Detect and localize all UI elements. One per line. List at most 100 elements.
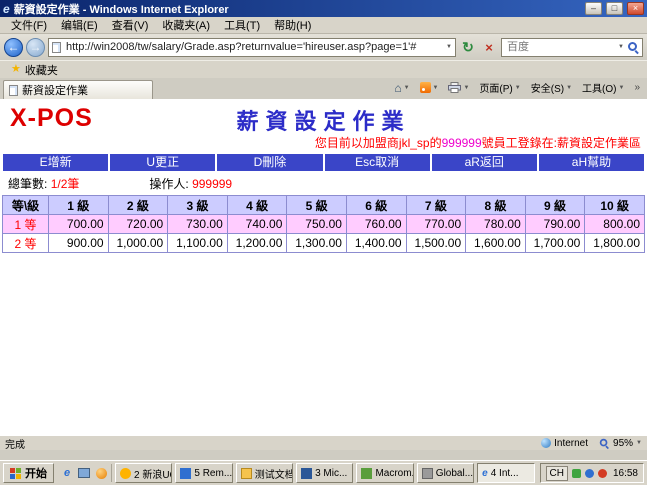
language-indicator[interactable]: CH: [546, 466, 568, 481]
menu-favorites[interactable]: 收藏夹(A): [155, 16, 217, 34]
print-button[interactable]: ▼: [444, 81, 473, 94]
col-header: 4 級: [227, 196, 287, 215]
minimize-button[interactable]: –: [585, 2, 602, 15]
value-cell: 1,500.00: [406, 234, 466, 253]
value-cell: 790.00: [525, 215, 585, 234]
value-cell: 1,700.00: [525, 234, 585, 253]
uc-app-icon: [120, 468, 131, 479]
menu-help[interactable]: 帮助(H): [267, 16, 318, 34]
col-header: 等\級: [3, 196, 49, 215]
clock[interactable]: 16:58: [611, 468, 638, 479]
start-button[interactable]: 开始: [3, 463, 54, 483]
col-header: 10 級: [585, 196, 645, 215]
total-records: 總筆數: 1/2筆: [8, 175, 79, 192]
desktop-glyph-icon: [78, 468, 90, 478]
caret-icon: ▼: [618, 84, 624, 92]
value-cell: 800.00: [585, 215, 645, 234]
add-button[interactable]: E增新: [3, 154, 108, 171]
quick-launch: e: [57, 464, 112, 482]
login-notice: 您目前以加盟商jkl_sp的999999號員工登錄在:薪資設定作業區: [2, 133, 645, 153]
status-bar: 完成 Internet 95% ▼: [0, 435, 647, 450]
taskbar-button-folder[interactable]: 测试文档: [236, 463, 293, 483]
favorites-button[interactable]: ★ 收藏夹: [5, 61, 64, 79]
menu-tools[interactable]: 工具(T): [217, 16, 267, 34]
update-button[interactable]: U更正: [110, 154, 215, 171]
operator: 操作人: 999999: [149, 175, 232, 192]
taskbar-button-remote[interactable]: 5 Rem...: [175, 463, 232, 483]
global-app-icon: [422, 468, 433, 479]
menu-file[interactable]: 文件(F): [4, 16, 54, 34]
zoom-caret-icon: ▼: [636, 439, 642, 447]
zoom-control[interactable]: 95% ▼: [598, 437, 642, 449]
caret-icon: ▼: [433, 84, 439, 92]
taskbar-button-microsoft[interactable]: 3 Mic...: [296, 463, 353, 483]
menu-edit[interactable]: 编辑(E): [54, 16, 105, 34]
address-dropdown-icon[interactable]: ▼: [446, 43, 452, 51]
taskbar-button-internet-explorer[interactable]: e 4 Int...: [477, 463, 534, 483]
home-button[interactable]: ⌂ ▼: [390, 81, 413, 95]
tray-icon-2[interactable]: [585, 469, 594, 478]
value-cell: 900.00: [49, 234, 109, 253]
tray-icon-1[interactable]: [572, 469, 581, 478]
tools-menu-button[interactable]: 工具(O) ▼: [578, 79, 628, 96]
tray-icon-3[interactable]: [598, 469, 607, 478]
value-cell: 1,800.00: [585, 234, 645, 253]
back-button[interactable]: ←: [4, 38, 23, 57]
page-menu-label: 页面(P): [479, 80, 512, 95]
col-header: 8 級: [466, 196, 526, 215]
value-cell: 1,100.00: [168, 234, 228, 253]
col-header: 2 級: [108, 196, 168, 215]
browser-window: e 薪資設定作業 - Windows Internet Explorer – □…: [0, 0, 647, 485]
cancel-button[interactable]: Esc取消: [325, 154, 430, 171]
feed-icon: [420, 82, 431, 93]
address-input[interactable]: [64, 40, 443, 54]
stop-button[interactable]: ×: [480, 38, 498, 57]
search-box[interactable]: ▼: [501, 38, 643, 57]
title-bar: e 薪資設定作業 - Windows Internet Explorer – □…: [0, 0, 647, 17]
favorites-bar: ★ 收藏夹: [0, 60, 647, 78]
status-text: 完成: [5, 436, 531, 451]
table-row[interactable]: 2 等 900.00 1,000.00 1,100.00 1,200.00 1,…: [3, 234, 645, 253]
quicklaunch-desktop-icon[interactable]: [77, 466, 91, 480]
login-notice-prefix: 您目前以加盟商jkl_sp的: [315, 136, 442, 150]
value-cell: 760.00: [346, 215, 406, 234]
delete-button[interactable]: D刪除: [217, 154, 322, 171]
xpos-logo: X-POS: [10, 104, 93, 133]
record-info-bar: 總筆數: 1/2筆 操作人: 999999: [2, 174, 645, 195]
taskbar-button-global[interactable]: Global...: [417, 463, 474, 483]
caret-icon: ▼: [463, 84, 469, 92]
quicklaunch-media-icon[interactable]: [94, 466, 108, 480]
refresh-button[interactable]: ↻: [459, 38, 477, 57]
caret-icon: ▼: [566, 84, 572, 92]
search-icon[interactable]: [627, 41, 639, 53]
return-button[interactable]: aR返回: [432, 154, 537, 171]
value-cell: 1,200.00: [227, 234, 287, 253]
taskbar-button-uc[interactable]: 2 新浪UC: [115, 463, 172, 483]
taskbar-button-label: 测试文档: [255, 466, 293, 481]
tools-menu-label: 工具(O): [582, 80, 616, 95]
tab-page-icon: [9, 85, 18, 96]
command-bar: ⌂ ▼ ▼ ▼ 页面(P) ▼ 安全(S) ▼ 工具(O) ▼: [390, 78, 644, 99]
menu-view[interactable]: 查看(V): [105, 16, 156, 34]
tab-salary-setting[interactable]: 薪資設定作業: [3, 80, 153, 99]
close-button[interactable]: ×: [627, 2, 644, 15]
search-dropdown-icon[interactable]: ▼: [618, 43, 624, 51]
search-input[interactable]: [505, 40, 615, 54]
maximize-button[interactable]: □: [606, 2, 623, 15]
total-value: 1/2筆: [51, 177, 80, 191]
safety-menu-button[interactable]: 安全(S) ▼: [527, 79, 576, 96]
desktop: [0, 450, 647, 460]
window-title: 薪資設定作業 - Windows Internet Explorer: [14, 1, 581, 17]
overflow-chevron-button[interactable]: »: [630, 81, 644, 94]
feeds-button[interactable]: ▼: [416, 81, 443, 94]
table-row[interactable]: 1 等 700.00 720.00 730.00 740.00 750.00 7…: [3, 215, 645, 234]
help-button[interactable]: aH幫助: [539, 154, 644, 171]
taskbar-button-macromedia[interactable]: Macrom...: [356, 463, 413, 483]
globe-icon: [541, 438, 551, 448]
quicklaunch-ie-icon[interactable]: e: [60, 466, 74, 480]
page-menu-button[interactable]: 页面(P) ▼: [475, 79, 524, 96]
col-header: 6 級: [346, 196, 406, 215]
forward-button[interactable]: →: [26, 38, 45, 57]
zone-label: Internet: [554, 438, 588, 449]
address-bar[interactable]: ▼: [48, 38, 456, 57]
